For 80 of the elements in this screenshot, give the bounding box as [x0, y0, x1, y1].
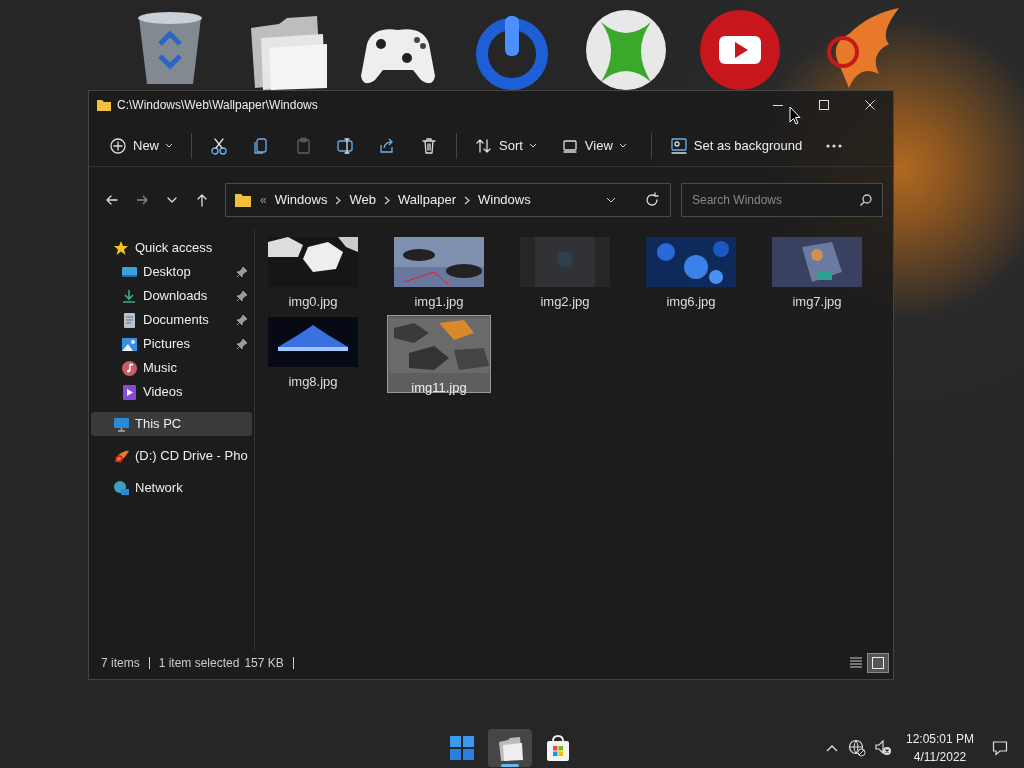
refresh-icon — [644, 192, 660, 208]
maximize-icon — [819, 100, 829, 110]
computer-icon — [113, 415, 130, 433]
sidebar-item[interactable]: (D:) CD Drive - Pho — [91, 444, 252, 468]
folder-icon — [234, 192, 252, 208]
search-field[interactable]: Search Windows — [681, 183, 883, 217]
plus-icon — [109, 136, 127, 155]
rename-icon — [336, 136, 354, 155]
more-icon — [826, 143, 843, 148]
file-explorer-button[interactable] — [488, 729, 532, 767]
pin-icon — [236, 314, 248, 326]
document-icon — [121, 311, 138, 329]
clock-time[interactable]: 12:05:01 PM — [905, 730, 974, 748]
sidebar-item[interactable]: Downloads — [91, 284, 252, 308]
close-icon — [865, 100, 875, 110]
folder-icon — [96, 98, 112, 112]
trash-icon — [420, 136, 438, 155]
sidebar-item[interactable]: Pictures — [91, 332, 252, 356]
speech-bubble-icon — [992, 740, 1008, 756]
search-icon — [859, 193, 873, 207]
address-bar[interactable]: « Windows Web Wallpaper Windows — [225, 183, 671, 217]
sidebar-item[interactable]: This PC — [91, 412, 252, 436]
sidebar-item[interactable]: Network — [91, 476, 252, 500]
star-icon — [113, 239, 130, 257]
selection-info: 1 item selected — [158, 655, 240, 672]
caret-icon — [528, 142, 537, 149]
large-icons-view-icon — [869, 654, 887, 672]
breadcrumb[interactable]: Windows — [274, 190, 328, 210]
set-background-button[interactable]: Set as background — [659, 129, 813, 162]
video-icon — [121, 383, 138, 401]
sort-button[interactable]: Sort — [465, 129, 547, 162]
chevron-right-icon — [464, 195, 470, 205]
pin-icon — [236, 338, 248, 350]
chevron-right-icon — [335, 195, 342, 205]
pin-icon — [236, 266, 248, 278]
windows-grid-icon — [448, 734, 476, 762]
window-title: C:\Windows\Web\Wallpaper\Windows — [117, 97, 318, 114]
file-size: 157 KB — [244, 655, 284, 672]
download-icon — [121, 287, 138, 305]
file-item[interactable]: img8.jpg — [261, 315, 365, 393]
chevron-down-icon — [606, 197, 616, 203]
share-icon — [378, 136, 396, 155]
sidebar-item[interactable]: Videos — [91, 380, 252, 404]
large-icons-view-button[interactable] — [867, 653, 889, 673]
view-button[interactable]: View — [550, 129, 637, 162]
network-icon — [113, 479, 130, 497]
sidebar-item[interactable]: Desktop — [91, 260, 252, 284]
folder-stack-icon — [496, 734, 524, 762]
shopping-bag-icon — [544, 734, 572, 762]
cursor-icon — [789, 106, 801, 125]
breadcrumb[interactable]: Windows — [478, 190, 531, 210]
breadcrumb[interactable]: Wallpaper — [397, 190, 456, 210]
caret-icon — [165, 142, 173, 149]
file-item[interactable]: img11.jpg — [387, 315, 491, 393]
picture-icon — [121, 335, 138, 353]
file-item[interactable]: img6.jpg — [639, 235, 743, 313]
music-icon — [121, 359, 138, 377]
item-count: 7 items — [101, 655, 140, 672]
pin-icon — [236, 290, 248, 302]
caret-icon — [618, 142, 627, 149]
chevron-right-icon — [383, 195, 390, 205]
globe-icon — [848, 739, 866, 757]
file-item[interactable]: img1.jpg — [387, 235, 491, 313]
picture-frame-icon — [669, 136, 688, 155]
breadcrumb[interactable]: Web — [349, 190, 376, 210]
overflow-chevron[interactable]: « — [260, 191, 267, 209]
copy-icon — [252, 136, 270, 155]
sidebar-item[interactable]: Music — [91, 356, 252, 380]
scissors-icon — [210, 136, 228, 155]
file-item[interactable]: img7.jpg — [765, 235, 869, 313]
sidebar-item[interactable]: Quick access — [91, 236, 252, 260]
file-item[interactable]: img2.jpg — [513, 235, 617, 313]
new-button[interactable]: New — [99, 129, 183, 162]
clock-date[interactable]: 4/11/2022 — [913, 748, 967, 766]
file-item[interactable]: img0.jpg — [261, 235, 365, 313]
sidebar-item[interactable]: Documents — [91, 308, 252, 332]
speaker-muted-icon — [874, 739, 892, 757]
clipboard-icon — [294, 136, 312, 155]
minimize-icon — [773, 104, 783, 106]
chevron-up-icon — [826, 744, 838, 752]
